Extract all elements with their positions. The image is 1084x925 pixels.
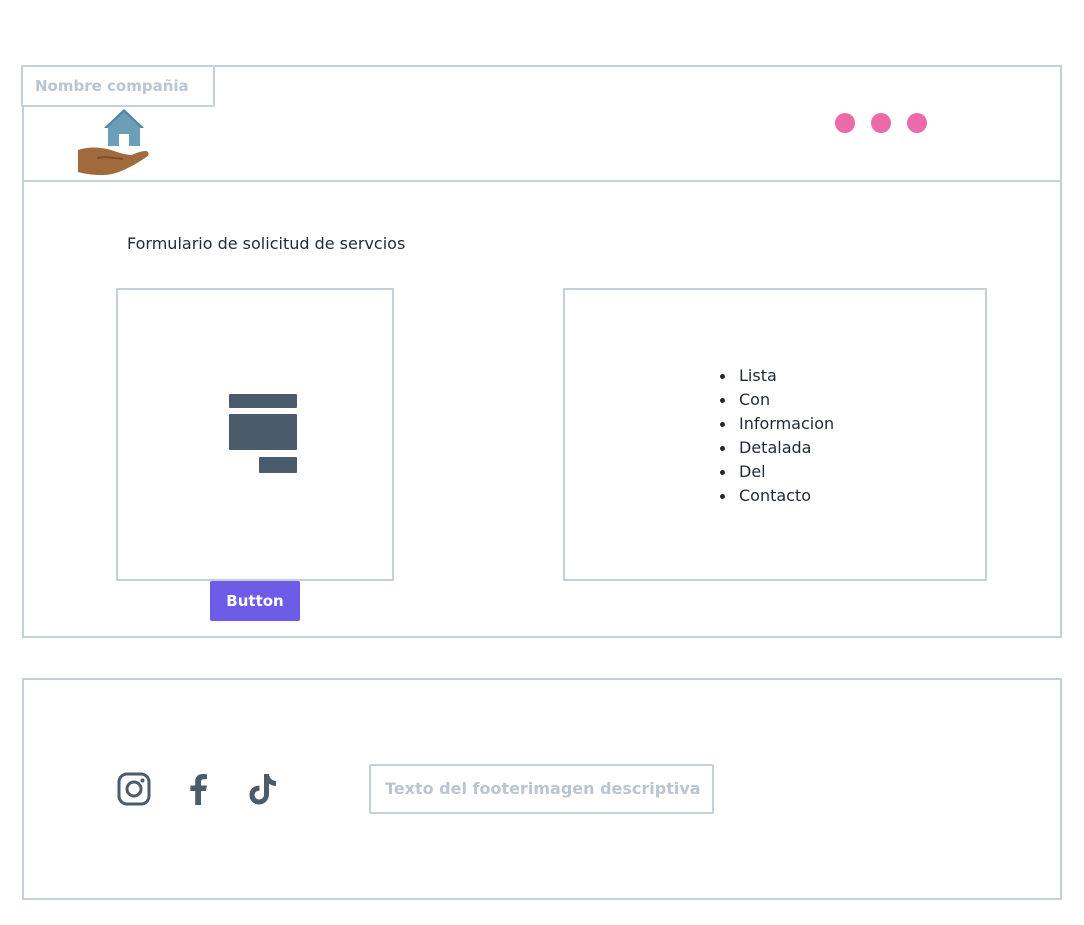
menu-dot-icon [871, 113, 891, 133]
more-options-menu[interactable] [832, 110, 932, 136]
contact-info-list: Lista Con Informacion Detalada Del Conta… [718, 364, 834, 508]
primary-button[interactable]: Button [210, 581, 300, 621]
house-in-hand-icon [76, 106, 152, 180]
header-divider [22, 180, 1062, 182]
footer-text-box: Texto del footerimagen descriptiva [369, 764, 714, 814]
list-item: Con [718, 388, 834, 412]
image-placeholder-icon [229, 394, 299, 474]
instagram-icon[interactable] [116, 771, 152, 807]
tiktok-icon[interactable] [245, 771, 281, 807]
menu-dot-icon [835, 113, 855, 133]
list-item: Del [718, 460, 834, 484]
menu-dot-icon [907, 113, 927, 133]
list-item: Lista [718, 364, 834, 388]
form-title: Formulario de solicitud de servcios [127, 234, 406, 253]
list-item: Contacto [718, 484, 834, 508]
facebook-icon[interactable] [181, 771, 217, 807]
list-item: Detalada [718, 436, 834, 460]
list-item: Informacion [718, 412, 834, 436]
company-name-input[interactable] [21, 65, 215, 107]
